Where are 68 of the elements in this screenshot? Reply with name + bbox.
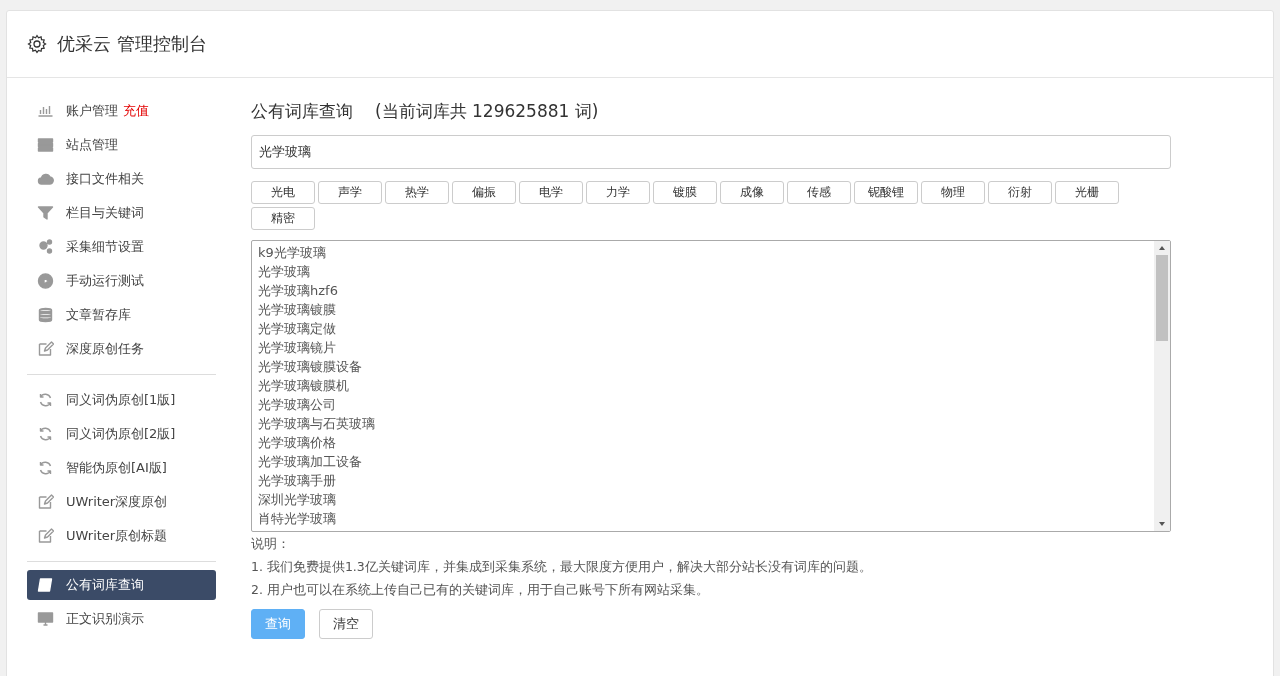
page-title: 公有词库查询 — [251, 100, 353, 123]
database-icon — [37, 307, 54, 323]
sidebar-item[interactable]: 采集细节设置 — [27, 230, 216, 264]
sidebar-item[interactable]: 智能伪原创[AI版] — [27, 451, 216, 485]
result-item[interactable]: 光学玻璃镜片 — [258, 338, 1148, 357]
sidebar-item[interactable]: UWriter深度原创 — [27, 485, 216, 519]
tag-button[interactable]: 铌酸锂 — [854, 181, 918, 204]
note-text: 2. 用户也可以在系统上传自己已有的关键词库，用于自己账号下所有网站采集。 — [251, 581, 710, 599]
edit-icon — [37, 528, 54, 544]
monitor-icon — [37, 611, 54, 627]
sidebar-item[interactable]: 账户管理 充值 — [27, 94, 216, 128]
result-item[interactable]: 光学玻璃镀膜 — [258, 300, 1148, 319]
recharge-link[interactable]: 充值 — [123, 102, 149, 120]
edit-icon — [37, 341, 54, 357]
bar-chart-icon — [37, 103, 54, 119]
refresh-icon — [37, 460, 54, 476]
result-item[interactable]: 深圳光学玻璃 — [258, 490, 1148, 509]
sidebar-item[interactable]: 手动运行测试 — [27, 264, 216, 298]
sidebar-item[interactable]: 站点管理 — [27, 128, 216, 162]
sidebar-item[interactable]: 同义词伪原创[2版] — [27, 417, 216, 451]
sidebar-item[interactable]: UWriter原创标题 — [27, 519, 216, 553]
tag-button[interactable]: 偏振 — [452, 181, 516, 204]
result-item[interactable]: 光学玻璃加工设备 — [258, 452, 1148, 471]
result-item[interactable]: 光学玻璃 — [258, 262, 1148, 281]
sidebar-item[interactable]: 公有词库查询 — [27, 570, 216, 600]
sidebar-item[interactable]: 正文识别演示 — [27, 602, 216, 636]
tag-button[interactable]: 精密 — [251, 207, 315, 230]
result-item[interactable]: 光学玻璃公司 — [258, 395, 1148, 414]
clear-button[interactable]: 清空 — [319, 609, 373, 639]
tag-button[interactable]: 传感 — [787, 181, 851, 204]
tag-button[interactable]: 衍射 — [988, 181, 1052, 204]
cloud-upload-icon — [37, 171, 54, 187]
search-field[interactable]: 光学玻璃 — [251, 135, 1171, 169]
result-item[interactable]: 光学玻璃镀膜机 — [258, 376, 1148, 395]
settings-icon — [27, 34, 47, 54]
sidebar-item[interactable]: 同义词伪原创[1版] — [27, 383, 216, 417]
tag-button[interactable]: 物理 — [921, 181, 985, 204]
edit-icon — [37, 494, 54, 510]
tag-button[interactable]: 电学 — [519, 181, 583, 204]
result-item[interactable]: 光学玻璃手册 — [258, 471, 1148, 490]
sidebar-item[interactable]: 接口文件相关 — [27, 162, 216, 196]
tag-button[interactable]: 声学 — [318, 181, 382, 204]
word-count: (当前词库共 129625881 词) — [375, 100, 599, 123]
results-list[interactable]: k9光学玻璃 光学玻璃 光学玻璃hzf6 光学玻璃镀膜 光学玻璃定做 光学玻璃镜片 光学玻璃镀膜设备 光学玻璃镀膜机 光学玻璃公司 光学玻璃与石英玻璃 光学玻璃价格 光学玻璃加工设备 光学玻璃手册 深圳光学玻璃 肖特光学玻璃 — [251, 240, 1171, 532]
result-item[interactable]: 肖特光学玻璃 — [258, 509, 1148, 528]
console-title: 优采云 管理控制台 — [57, 32, 207, 56]
play-icon — [37, 273, 54, 289]
tag-button[interactable]: 力学 — [586, 181, 650, 204]
result-item[interactable]: 光学玻璃镀膜设备 — [258, 357, 1148, 376]
result-item[interactable]: 光学玻璃价格 — [258, 433, 1148, 452]
notes-heading: 说明： — [251, 535, 291, 553]
tag-button[interactable]: 光电 — [251, 181, 315, 204]
refresh-icon — [37, 392, 54, 408]
refresh-icon — [37, 426, 54, 442]
result-item[interactable]: k9光学玻璃 — [258, 243, 1148, 262]
scrollbar[interactable] — [1154, 241, 1170, 531]
tag-button[interactable]: 成像 — [720, 181, 784, 204]
tag-button[interactable]: 镀膜 — [653, 181, 717, 204]
result-item[interactable]: 光学玻璃hzf6 — [258, 281, 1148, 300]
tag-button[interactable]: 热学 — [385, 181, 449, 204]
filter-icon — [37, 205, 54, 221]
tag-button[interactable]: 光栅 — [1055, 181, 1119, 204]
result-item[interactable]: 光学玻璃定做 — [258, 319, 1148, 338]
note-text: 1. 我们免费提供1.3亿关键词库，并集成到采集系统，最大限度方便用户，解决大部分站长没有词库的问题。 — [251, 558, 873, 576]
sidebar-item[interactable]: 文章暂存库 — [27, 298, 216, 332]
sidebar-item[interactable]: 深度原创任务 — [27, 332, 216, 366]
sidebar-item[interactable]: 栏目与关键词 — [27, 196, 216, 230]
result-item[interactable]: 光学玻璃与石英玻璃 — [258, 414, 1148, 433]
